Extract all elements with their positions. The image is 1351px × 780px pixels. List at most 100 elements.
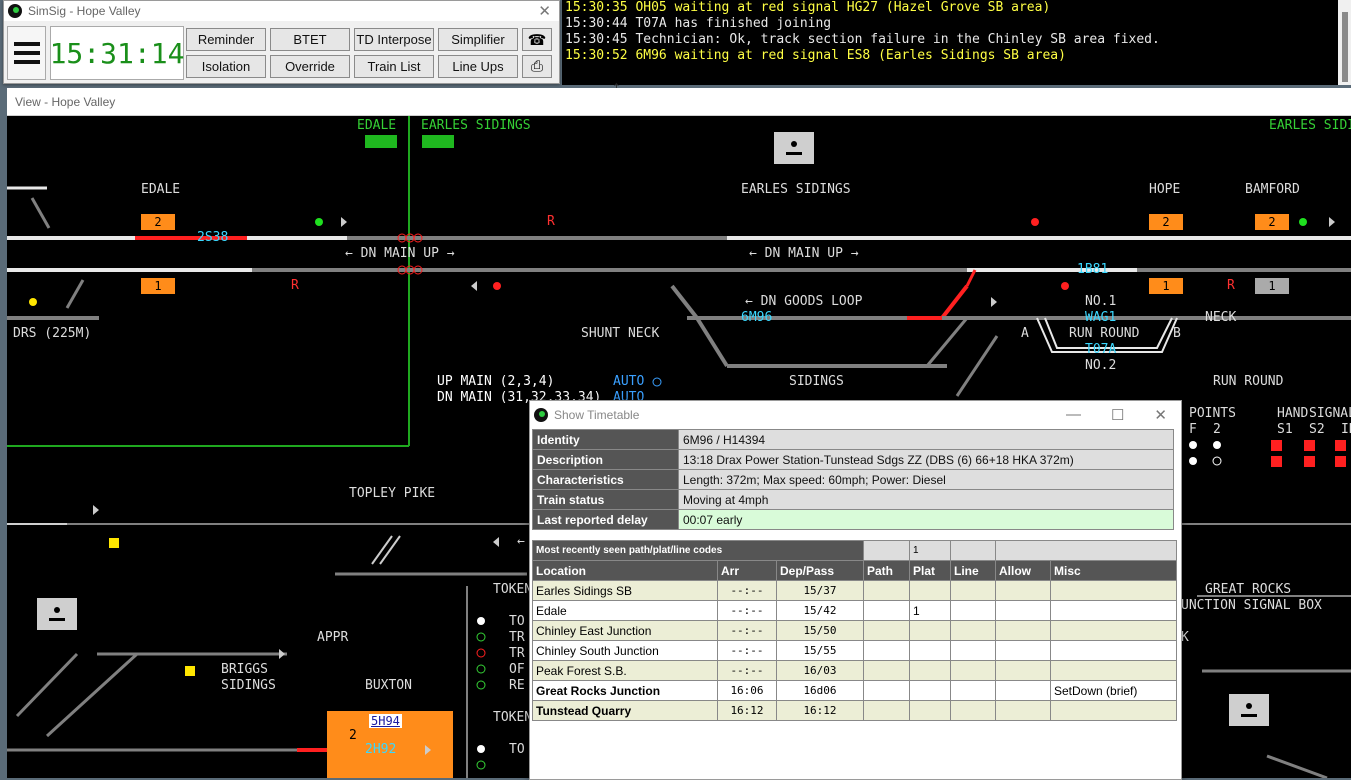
label-neck: NECK (1205, 310, 1237, 325)
simsig-logo-icon (534, 408, 548, 422)
label-run-round-2: RUN ROUND (1213, 374, 1284, 389)
signal-code: R (547, 214, 555, 229)
auto-button[interactable]: AUTO (613, 374, 644, 389)
train-description[interactable]: 1B81 (1077, 262, 1108, 277)
simplifier-button[interactable]: Simplifier (438, 28, 518, 51)
train-description-link[interactable]: 5H94 (369, 714, 402, 728)
message-log[interactable]: 15:30:35 OH05 waiting at red signal HG27… (562, 0, 1351, 85)
platform-berth[interactable]: 2 (349, 728, 357, 743)
close-icon[interactable]: ✕ (538, 2, 551, 20)
reminder-button[interactable]: Reminder (186, 28, 266, 51)
cell-allow (995, 580, 1051, 601)
td-interpose-button[interactable]: TD Interpose (354, 28, 434, 51)
train-info-table: Identity 6M96 / H14394 Description 13:18 D… (532, 429, 1174, 530)
table-row[interactable]: Peak Forest S.B. --:-- 16/03 (532, 660, 1177, 681)
train-description[interactable]: 6M96 (741, 310, 772, 325)
platform-berth[interactable]: 1 (141, 278, 175, 294)
token-label: TOKEN (493, 710, 533, 725)
cell-path (863, 680, 910, 701)
signal-green (1299, 218, 1307, 226)
override-button[interactable]: Override (270, 55, 350, 78)
platform-berth[interactable]: 1 (1255, 278, 1289, 294)
printer-icon[interactable]: ⎙ (522, 55, 552, 78)
cell-line (950, 680, 996, 701)
maximize-icon[interactable]: ☐ (1111, 406, 1124, 424)
close-icon[interactable]: ✕ (1154, 406, 1167, 424)
up-main-label: UP MAIN (2,3,4) (437, 374, 555, 389)
label-no2: NO.2 (1085, 358, 1117, 373)
train-description[interactable]: T07A (1085, 342, 1116, 357)
label-k: K (1181, 630, 1189, 645)
message-scroll-thumb[interactable] (1342, 12, 1348, 82)
table-row[interactable]: Edale --:-- 15/42 1 (532, 600, 1177, 621)
token-item: TR (509, 646, 525, 661)
signal-green (315, 218, 323, 226)
menu-button[interactable] (7, 26, 46, 80)
cell-allow (995, 680, 1051, 701)
cell-misc (1050, 600, 1177, 621)
line-label: ← DN MAIN UP → (345, 246, 455, 261)
control-title: SimSig - Hope Valley (28, 4, 141, 18)
route-arrow (341, 217, 347, 227)
station-label: TOPLEY PIKE (349, 486, 436, 501)
table-row[interactable]: Tunstead Quarry 16:12 16:12 (532, 700, 1177, 721)
message-line: 15:30:35 OH05 waiting at red signal HG27… (565, 0, 1051, 15)
train-list-button[interactable]: Train List (354, 55, 434, 78)
cell-arr: 16:12 (717, 700, 777, 721)
token-label: TOKEN (493, 582, 533, 597)
station-label: BAMFORD (1245, 182, 1300, 197)
train-description[interactable]: WAG1 (1085, 310, 1116, 325)
message-line: 15:30:45 Technician: Ok, track section f… (565, 32, 1160, 47)
timetable-titlebar: Show Timetable — ☐ ✕ (530, 401, 1181, 429)
cell-allow (995, 660, 1051, 681)
cell-arr: --:-- (717, 580, 777, 601)
cell-line (950, 640, 996, 661)
isolation-button[interactable]: Isolation (186, 55, 266, 78)
cell-dep: 15/42 (776, 600, 864, 621)
btet-button[interactable]: BTET (270, 28, 350, 51)
train-description[interactable]: 2H92 (365, 742, 396, 757)
station-label: HOPE (1149, 182, 1181, 197)
table-row[interactable]: Chinley East Junction --:-- 15/50 (532, 620, 1177, 641)
signals-label: SIGNALS (1309, 406, 1351, 421)
platform-berth[interactable]: 2 (1255, 214, 1289, 230)
platform-berth[interactable]: 1 (1149, 278, 1183, 294)
platform-berth[interactable]: 2 (1149, 214, 1183, 230)
cell-allow (995, 600, 1051, 621)
table-row[interactable]: Chinley South Junction --:-- 15/55 (532, 640, 1177, 661)
train-description[interactable]: 2S38 (197, 230, 228, 245)
col-line: Line (950, 560, 996, 581)
boundary-indicator (422, 135, 454, 148)
s2-label: S2 (1309, 422, 1325, 437)
cell-arr: --:-- (717, 660, 777, 681)
line-ups-button[interactable]: Line Ups (438, 55, 518, 78)
table-row[interactable]: Great Rocks Junction 16:06 16d06 SetDown (b… (532, 680, 1177, 701)
cell-dep: 15/37 (776, 580, 864, 601)
cell-line (950, 580, 996, 601)
control-window: SimSig - Hope Valley ✕ 15:31:14 Reminder… (3, 0, 560, 84)
codes-plat: 1 (909, 540, 951, 561)
minimize-icon[interactable]: — (1066, 406, 1081, 424)
points-label: POINTS (1189, 406, 1236, 421)
table-row[interactable]: Earles Sidings SB --:-- 15/37 (532, 580, 1177, 601)
token-item: OF (509, 662, 525, 677)
station-label: EARLES SIDINGS (741, 182, 851, 197)
token-item: TO (509, 614, 525, 629)
cell-loc: Tunstead Quarry (532, 700, 718, 721)
col-plat: Plat (909, 560, 951, 581)
cell-dep: 16/03 (776, 660, 864, 681)
cell-dep: 16:12 (776, 700, 864, 721)
ground-frame-indicator (109, 538, 119, 548)
cell-plat (909, 700, 951, 721)
platform-berth[interactable]: 2 (141, 214, 175, 230)
cell-loc: Edale (532, 600, 718, 621)
message-line: 15:30:52 6M96 waiting at red signal ES8 … (565, 48, 1066, 63)
cell-loc: Peak Forest S.B. (532, 660, 718, 681)
cell-line (950, 620, 996, 641)
col-dep: Dep/Pass (776, 560, 864, 581)
col-misc: Misc (1050, 560, 1177, 581)
cell-loc: Chinley East Junction (532, 620, 718, 641)
cell-misc (1050, 640, 1177, 661)
signal-box-icon (1229, 694, 1269, 726)
phone-icon[interactable]: ☎ (522, 28, 552, 51)
